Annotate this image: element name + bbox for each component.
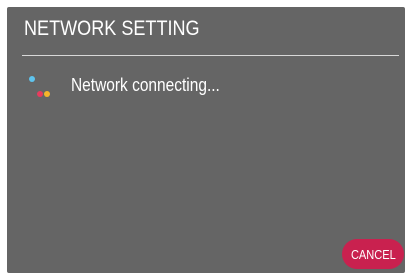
cancel-button-label: CANCEL <box>350 246 396 262</box>
network-setting-dialog: NETWORK SETTING Network connecting... CA… <box>7 7 405 273</box>
connection-status-text: Network connecting... <box>71 75 220 95</box>
spinner-dot-red <box>37 91 43 97</box>
loading-dots-icon <box>27 76 57 106</box>
cancel-button[interactable]: CANCEL <box>342 239 404 269</box>
dialog-title: NETWORK SETTING <box>24 17 200 40</box>
title-divider <box>22 55 399 56</box>
spinner-dot-blue <box>29 76 35 82</box>
spinner-dot-yellow <box>44 91 50 97</box>
